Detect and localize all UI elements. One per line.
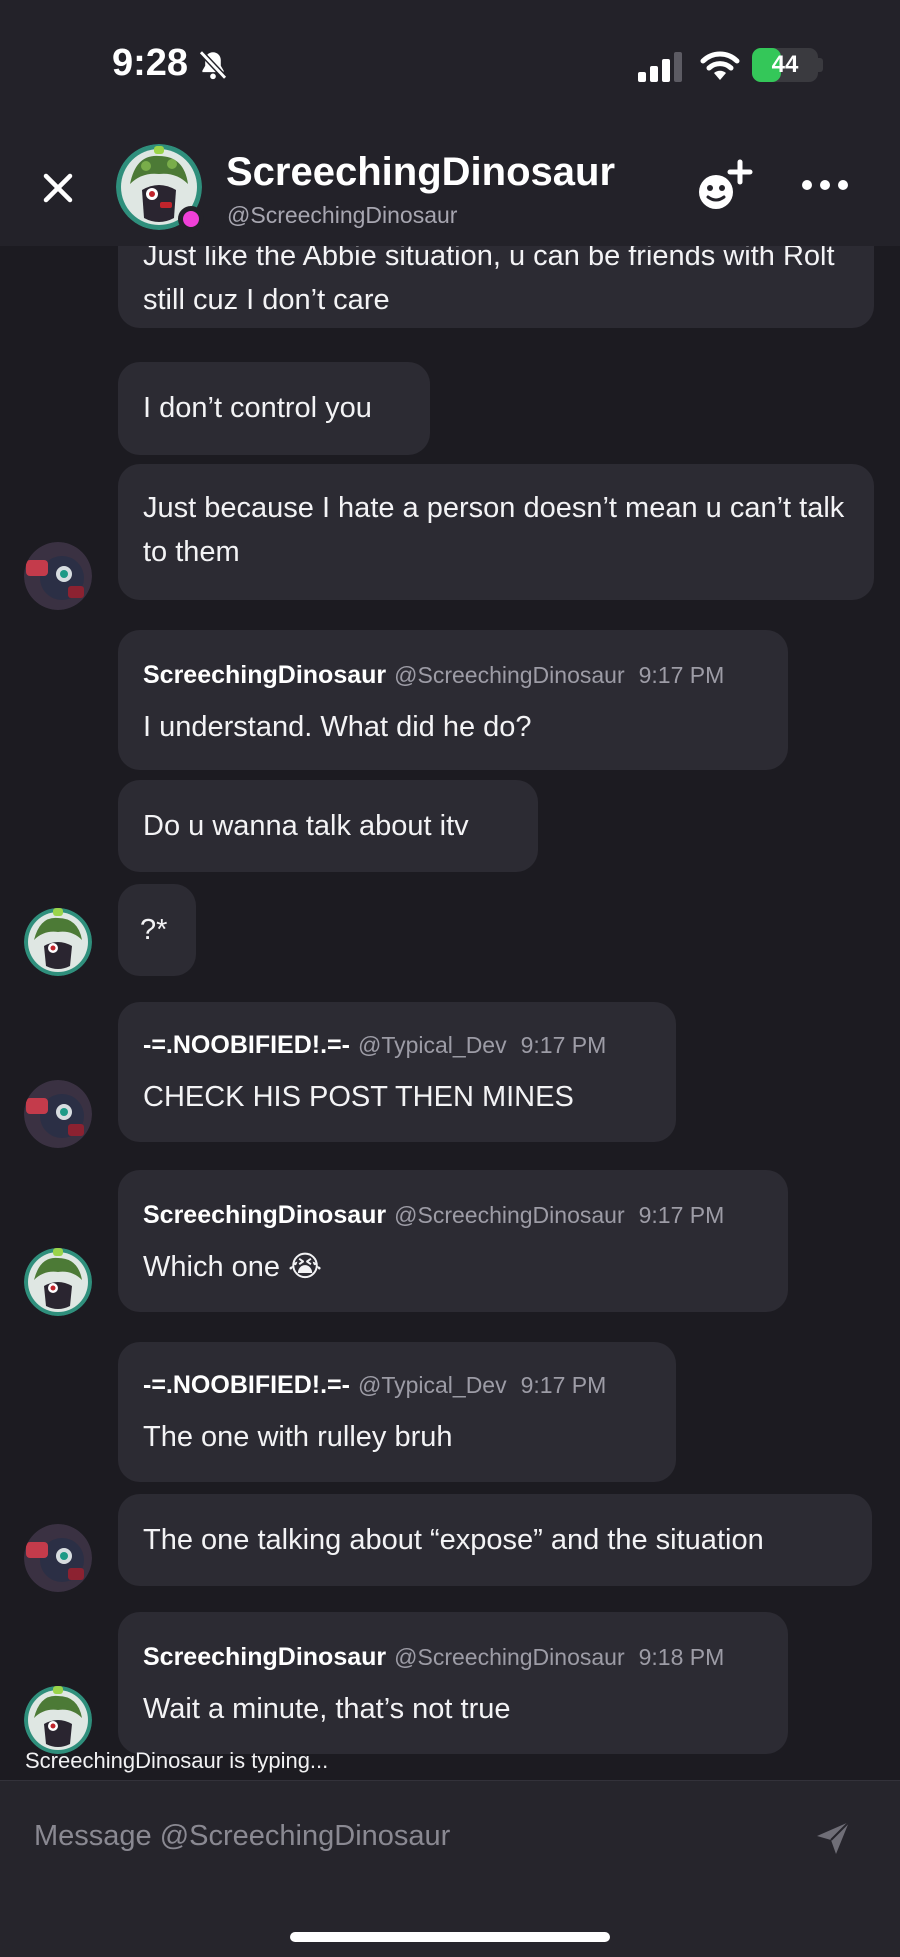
add-friend-icon[interactable] (694, 158, 754, 214)
avatar[interactable] (24, 542, 92, 610)
send-icon[interactable] (814, 1819, 852, 1857)
message-composer (0, 1780, 900, 1957)
message-text: The one talking about “expose” and the s… (143, 1524, 764, 1556)
message-text: Just like the Abbie situation, u can be … (143, 246, 835, 316)
status-time: 9:28 (112, 42, 189, 84)
message-bubble[interactable]: ScreechingDinosaur @ScreechingDinosaur 9:1… (118, 630, 788, 770)
battery-level: 44 (771, 51, 799, 78)
header-display-name[interactable]: ScreechingDinosaur (226, 150, 615, 195)
message-meta: -=.NOOBIFIED!.=- @Typical_Dev 9:17 PM (143, 1362, 651, 1407)
message-text: Just because I hate a person doesn’t mea… (143, 492, 845, 568)
bell-off-icon (198, 50, 228, 80)
message-input[interactable] (34, 1809, 774, 1863)
message-timestamp: 9:17 PM (520, 1372, 607, 1398)
message-bubble[interactable]: -=.NOOBIFIED!.=- @Typical_Dev 9:17 PM The … (118, 1342, 676, 1482)
message-bubble[interactable]: ScreechingDinosaur @ScreechingDinosaur 9:1… (118, 1170, 788, 1312)
message-meta: ScreechingDinosaur @ScreechingDinosaur 9:1… (143, 1192, 763, 1237)
message-bubble[interactable]: ?* (118, 884, 196, 976)
battery-indicator: 44 (752, 48, 818, 82)
avatar[interactable] (24, 1524, 92, 1592)
message-handle: @ScreechingDinosaur (394, 662, 625, 688)
signal-icon (638, 52, 682, 82)
message-handle: @ScreechingDinosaur (394, 1202, 625, 1228)
message-timestamp: 9:17 PM (520, 1032, 607, 1058)
message-handle: @Typical_Dev (357, 1032, 507, 1058)
message-author[interactable]: ScreechingDinosaur (143, 661, 386, 689)
avatar[interactable] (24, 1686, 92, 1754)
status-dot (178, 206, 204, 232)
message-handle: @ScreechingDinosaur (394, 1644, 625, 1670)
close-icon[interactable] (36, 166, 80, 210)
message-meta: ScreechingDinosaur @ScreechingDinosaur 9:1… (143, 652, 763, 697)
battery-cap (818, 58, 823, 72)
message-text: CHECK HIS POST THEN MINES (143, 1081, 574, 1113)
message-timestamp: 9:17 PM (638, 662, 725, 688)
message-meta: -=.NOOBIFIED!.=- @Typical_Dev 9:17 PM (143, 1022, 651, 1067)
message-handle: @Typical_Dev (357, 1372, 507, 1398)
message-text: Which one 😭 (143, 1251, 322, 1283)
message-bubble[interactable]: ScreechingDinosaur @ScreechingDinosaur 9:1… (118, 1612, 788, 1754)
message-author[interactable]: ScreechingDinosaur (143, 1201, 386, 1229)
message-bubble[interactable]: Just because I hate a person doesn’t mea… (118, 464, 874, 600)
more-icon[interactable] (800, 170, 850, 200)
header-username: @ScreechingDinosaur (227, 202, 458, 228)
message-text: I don’t control you (143, 392, 372, 424)
message-bubble[interactable]: Do u wanna talk about itv (118, 780, 538, 872)
message-text: Do u wanna talk about itv (143, 810, 469, 842)
message-author[interactable]: ScreechingDinosaur (143, 1643, 386, 1671)
message-author[interactable]: -=.NOOBIFIED!.=- (143, 1371, 350, 1399)
status-bar: 9:28 44 (0, 0, 900, 130)
message-text: Wait a minute, that’s not true (143, 1693, 511, 1725)
avatar[interactable] (24, 1248, 92, 1316)
home-indicator (290, 1932, 610, 1942)
message-list[interactable]: Just like the Abbie situation, u can be … (0, 246, 900, 1780)
avatar[interactable] (24, 908, 92, 976)
message-bubble[interactable]: Just like the Abbie situation, u can be … (118, 246, 874, 328)
message-text: ?* (140, 914, 168, 946)
message-author[interactable]: -=.NOOBIFIED!.=- (143, 1031, 350, 1059)
message-text: I understand. What did he do? (143, 711, 532, 743)
message-timestamp: 9:17 PM (638, 1202, 725, 1228)
avatar[interactable] (24, 1080, 92, 1148)
message-bubble[interactable]: I don’t control you (118, 362, 430, 455)
message-text: The one with rulley bruh (143, 1421, 453, 1453)
message-bubble[interactable]: The one talking about “expose” and the s… (118, 1494, 872, 1586)
message-timestamp: 9:18 PM (638, 1644, 725, 1670)
dm-header: ScreechingDinosaur @ScreechingDinosaur (0, 130, 900, 246)
typing-indicator: ScreechingDinosaur is typing... (25, 1748, 329, 1773)
wifi-icon (700, 51, 740, 80)
message-meta: ScreechingDinosaur @ScreechingDinosaur 9:1… (143, 1634, 763, 1679)
message-bubble[interactable]: -=.NOOBIFIED!.=- @Typical_Dev 9:17 PM CHEC… (118, 1002, 676, 1142)
